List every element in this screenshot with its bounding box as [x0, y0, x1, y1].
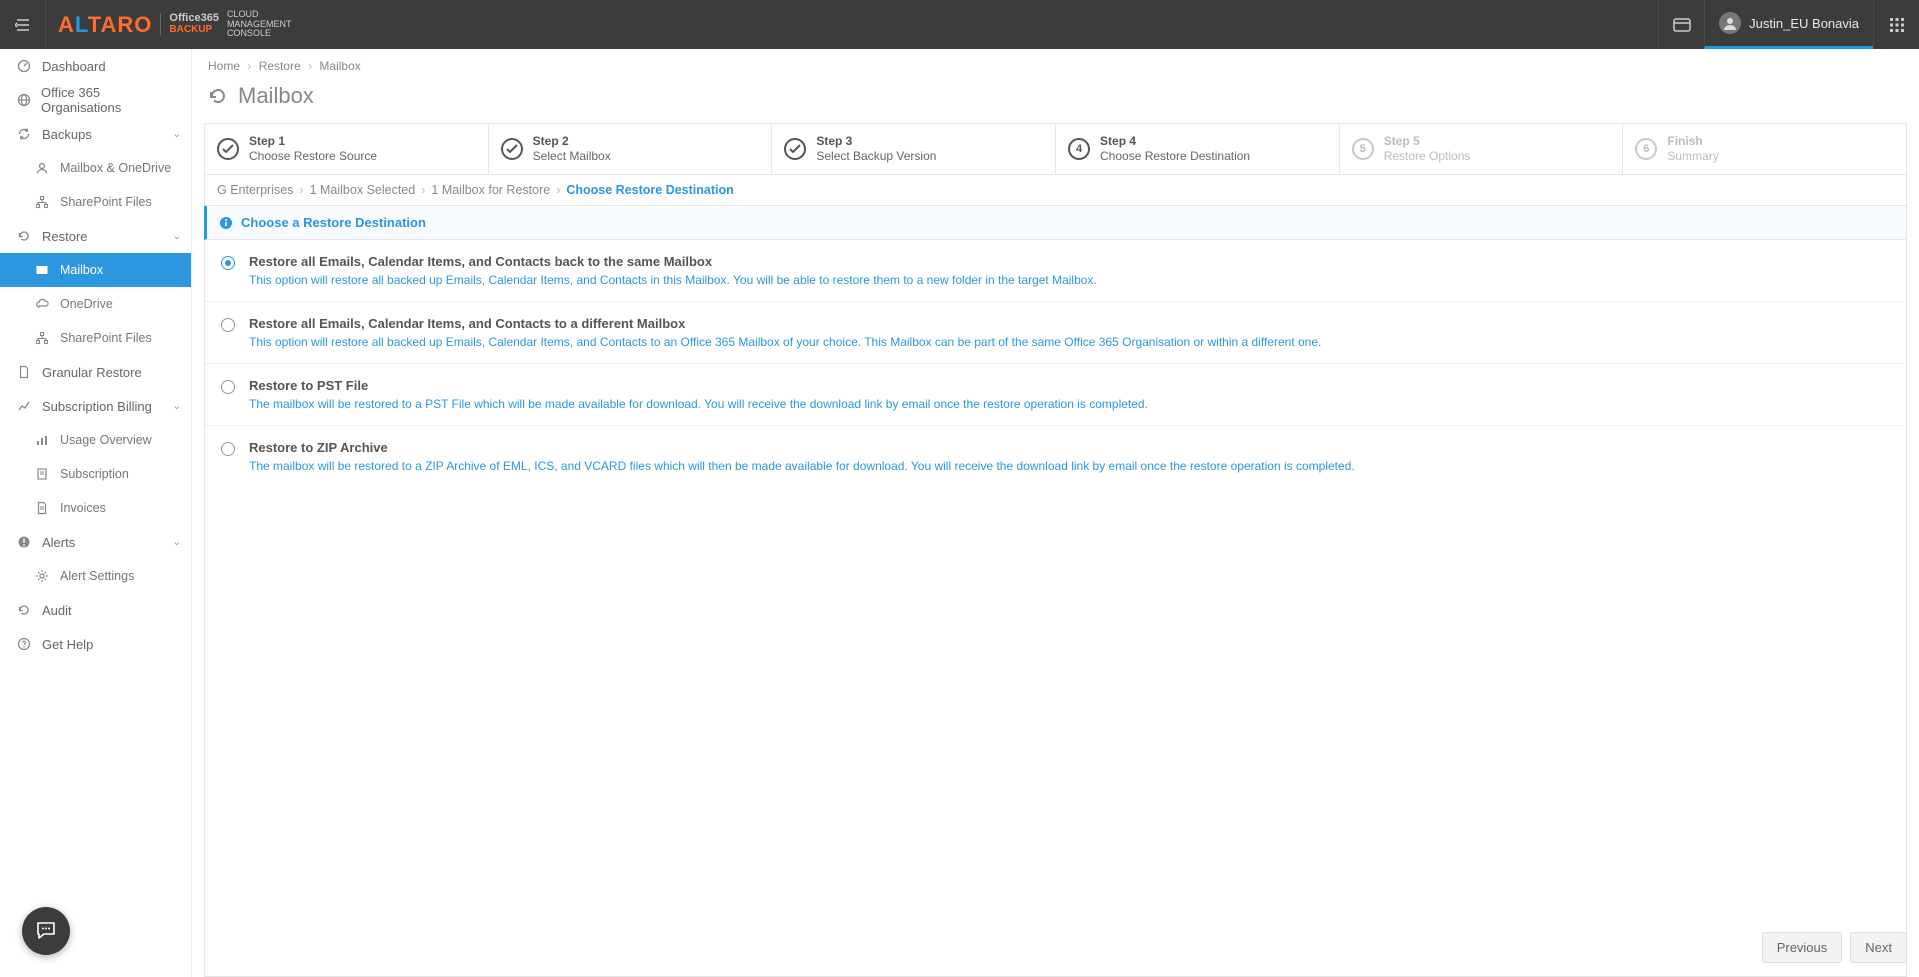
apps-button[interactable] — [1873, 0, 1919, 49]
notifications-button[interactable] — [1658, 0, 1704, 49]
wizard-step-4[interactable]: 4 Step 4Choose Restore Destination — [1056, 124, 1340, 174]
chevron-down-icon: ⌄ — [173, 537, 181, 548]
wizard-step-1[interactable]: Step 1Choose Restore Source — [205, 124, 489, 174]
sidebar-toggle-button[interactable] — [0, 0, 46, 49]
wizard-actions: Previous Next — [1762, 932, 1907, 963]
step-title: Step 1 — [249, 134, 377, 149]
wizard-crumb-current: Choose Restore Destination — [566, 183, 733, 197]
chat-icon — [35, 920, 57, 942]
page-title: Mailbox — [204, 77, 1907, 123]
breadcrumb-home[interactable]: Home — [208, 59, 240, 73]
step-subtitle: Summary — [1667, 149, 1718, 164]
wizard-step-2[interactable]: Step 2Select Mailbox — [489, 124, 773, 174]
option-description: The mailbox will be restored to a ZIP Ar… — [249, 459, 1355, 473]
chat-button[interactable] — [22, 907, 70, 955]
brand-sub2: CLOUD MANAGEMENT CONSOLE — [227, 10, 292, 38]
wizard-steps: Step 1Choose Restore SourceStep 2Select … — [204, 123, 1907, 174]
option-title: Restore all Emails, Calendar Items, and … — [249, 254, 1097, 269]
step-title: Step 3 — [816, 134, 936, 149]
user-name: Justin_EU Bonavia — [1749, 16, 1859, 31]
step-subtitle: Choose Restore Source — [249, 149, 377, 164]
brand-sub: Office365 BACKUP — [160, 13, 219, 35]
wizard-step-5: 5 Step 5Restore Options — [1340, 124, 1624, 174]
step-subtitle: Select Backup Version — [816, 149, 936, 164]
wizard-step-3[interactable]: Step 3Select Backup Version — [772, 124, 1056, 174]
wizard-crumb: 1 Mailbox Selected — [310, 183, 416, 197]
info-icon — [219, 216, 233, 230]
radio-button[interactable] — [221, 380, 235, 394]
sidebar-item-alert-settings[interactable]: Alert Settings — [0, 559, 191, 593]
option-description: This option will restore all backed up E… — [249, 335, 1321, 349]
step-subtitle: Restore Options — [1384, 149, 1471, 164]
breadcrumb-current: Mailbox — [319, 59, 360, 73]
step-title: Step 4 — [1100, 134, 1250, 149]
undo-icon — [14, 603, 34, 617]
step-title: Step 5 — [1384, 134, 1471, 149]
wizard-crumb: 1 Mailbox for Restore — [431, 183, 550, 197]
restore-option-2[interactable]: Restore all Emails, Calendar Items, and … — [205, 302, 1906, 364]
main-content: Home › Restore › Mailbox Mailbox Step 1C… — [192, 49, 1919, 977]
wizard-breadcrumb: G Enterprises›1 Mailbox Selected›1 Mailb… — [204, 174, 1907, 206]
alert-icon — [14, 535, 34, 549]
step-indicator-icon — [501, 138, 523, 160]
step-title: Step 2 — [533, 134, 611, 149]
sidebar-item-alerts[interactable]: Alerts ⌄ — [0, 525, 191, 559]
sidebar-item-audit[interactable]: Audit — [0, 593, 191, 627]
grid-icon — [1889, 17, 1905, 33]
option-title: Restore to ZIP Archive — [249, 440, 1355, 455]
restore-option-1[interactable]: Restore all Emails, Calendar Items, and … — [205, 240, 1906, 302]
sidebar-item-label: Audit — [42, 603, 72, 618]
step-title: Finish — [1667, 134, 1718, 149]
step-indicator-icon: 6 — [1635, 138, 1657, 160]
brand-logo[interactable]: ALTARO Office365 BACKUP CLOUD MANAGEMENT… — [46, 10, 303, 38]
sidebar-item-get-help[interactable]: Get Help — [0, 627, 191, 661]
topbar: ALTARO Office365 BACKUP CLOUD MANAGEMENT… — [0, 0, 1919, 49]
help-icon — [14, 637, 34, 651]
radio-button[interactable] — [221, 318, 235, 332]
avatar-icon — [1719, 12, 1741, 34]
restore-options: Restore all Emails, Calendar Items, and … — [204, 240, 1907, 977]
next-button[interactable]: Next — [1850, 932, 1907, 963]
step-subtitle: Select Mailbox — [533, 149, 611, 164]
option-description: This option will restore all backed up E… — [249, 273, 1097, 287]
sidebar-item-label: Get Help — [42, 637, 93, 652]
option-title: Restore to PST File — [249, 378, 1148, 393]
option-title: Restore all Emails, Calendar Items, and … — [249, 316, 1321, 331]
radio-button[interactable] — [221, 256, 235, 270]
restore-option-4[interactable]: Restore to ZIP Archive The mailbox will b… — [205, 426, 1906, 487]
previous-button[interactable]: Previous — [1762, 932, 1843, 963]
option-description: The mailbox will be restored to a PST Fi… — [249, 397, 1148, 411]
info-bar: Choose a Restore Destination — [204, 206, 1907, 240]
wizard-step-6: 6 FinishSummary — [1623, 124, 1906, 174]
breadcrumb-restore[interactable]: Restore — [259, 59, 301, 73]
card-icon — [1673, 18, 1691, 32]
gear-icon — [32, 569, 52, 583]
step-subtitle: Choose Restore Destination — [1100, 149, 1250, 164]
sidebar-item-label: Alerts — [42, 535, 75, 550]
undo-icon — [208, 86, 228, 106]
step-indicator-icon — [784, 138, 806, 160]
step-indicator-icon — [217, 138, 239, 160]
user-menu[interactable]: Justin_EU Bonavia — [1704, 0, 1873, 49]
restore-option-3[interactable]: Restore to PST File The mailbox will be r… — [205, 364, 1906, 426]
step-indicator-icon: 4 — [1068, 138, 1090, 160]
brand-primary: ALTARO — [58, 12, 152, 38]
menu-icon — [15, 18, 31, 32]
step-indicator-icon: 5 — [1352, 138, 1374, 160]
sidebar: DashboardOffice 365 OrganisationsBackups… — [0, 49, 192, 977]
sidebar-item-label: Alert Settings — [60, 569, 134, 583]
breadcrumb: Home › Restore › Mailbox — [204, 49, 1907, 77]
radio-button[interactable] — [221, 442, 235, 456]
wizard-crumb: G Enterprises — [217, 183, 293, 197]
